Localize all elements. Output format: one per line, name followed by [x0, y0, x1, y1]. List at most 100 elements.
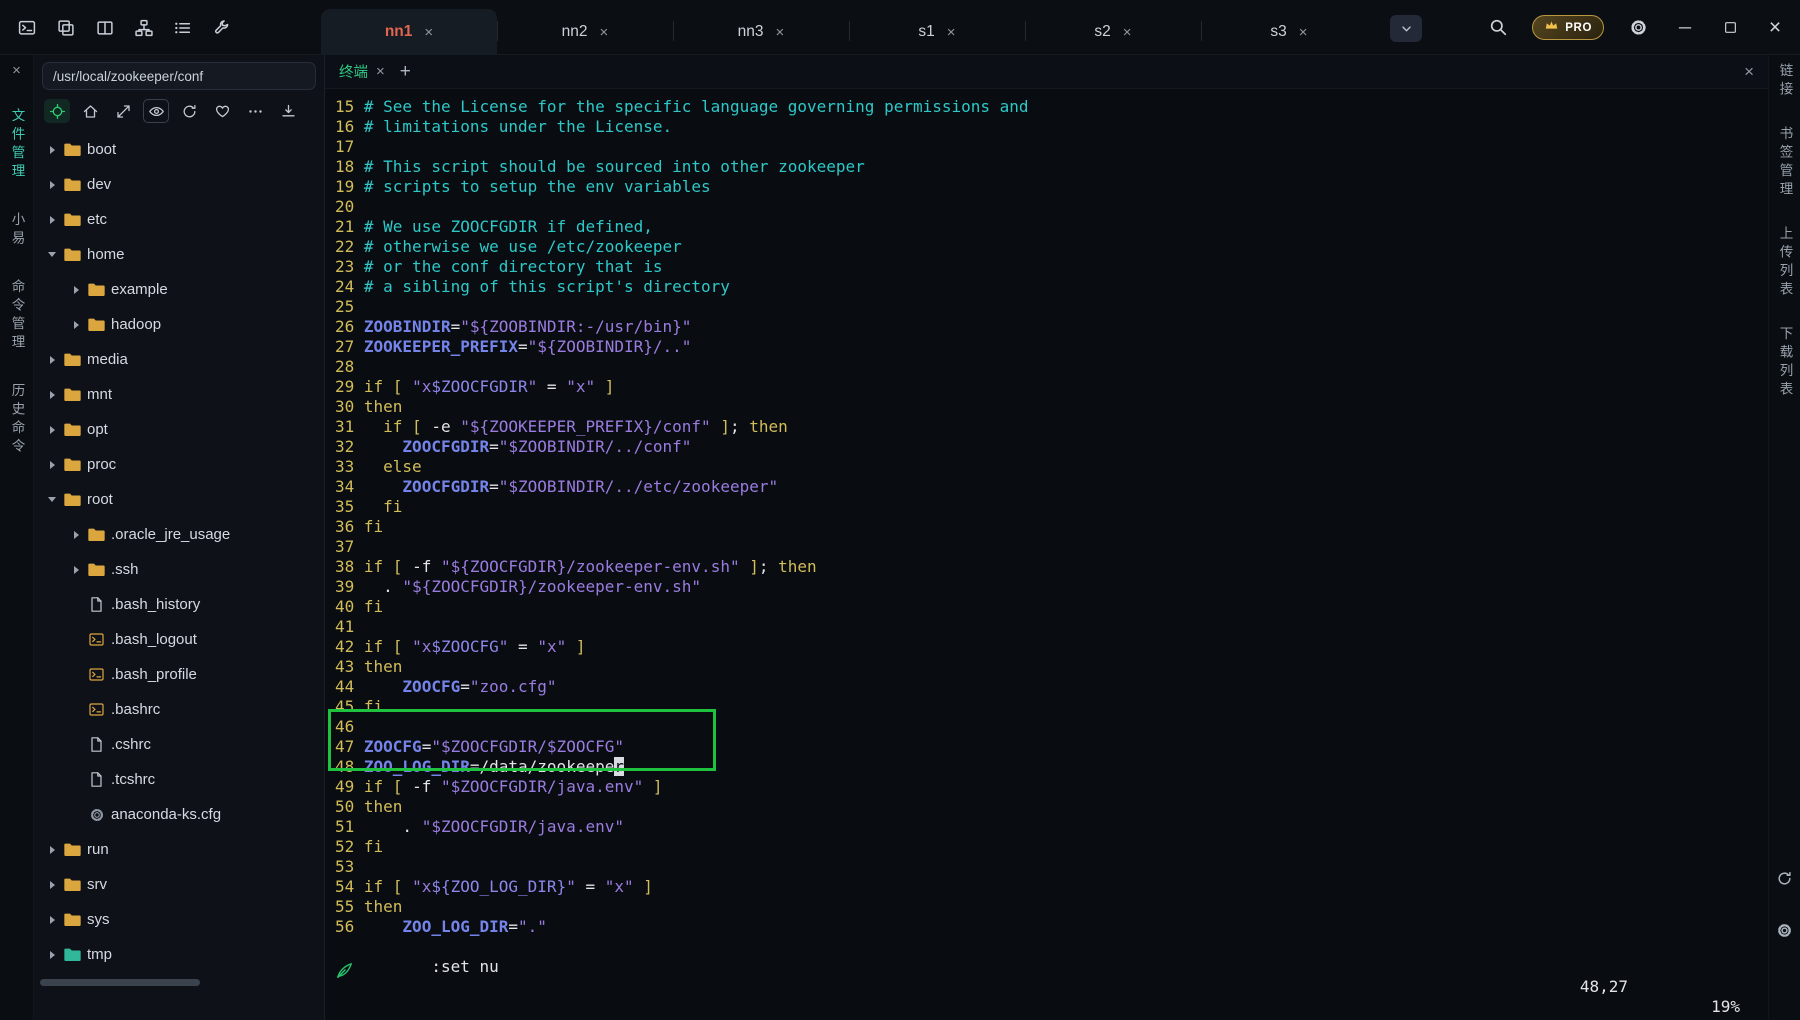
tree-item-hadoop[interactable]: hadoop	[34, 307, 324, 342]
chevron-right-icon[interactable]	[44, 881, 60, 889]
home-icon[interactable]	[77, 99, 103, 123]
list-icon[interactable]	[168, 13, 198, 43]
path-input[interactable]	[42, 62, 316, 90]
tree-item-.bash_logout[interactable]: .bash_logout	[34, 622, 324, 657]
chevron-down-icon[interactable]	[44, 497, 60, 502]
right-rail-tab-书签管理[interactable]: 书签管理	[1775, 126, 1795, 200]
tree-item-.bash_profile[interactable]: .bash_profile	[34, 657, 324, 692]
eye-icon[interactable]	[143, 99, 169, 123]
close-icon[interactable]: ×	[424, 24, 433, 41]
terminal-tab[interactable]: 终端 ×	[339, 61, 385, 82]
tree-item-sys[interactable]: sys	[34, 902, 324, 937]
search-icon[interactable]	[1483, 13, 1513, 43]
close-icon[interactable]: ×	[1299, 24, 1308, 41]
close-button[interactable]: ×	[1762, 15, 1788, 41]
wrench-icon[interactable]	[207, 13, 237, 43]
tree-item-srv[interactable]: srv	[34, 867, 324, 902]
horizontal-scrollbar[interactable]	[40, 979, 200, 986]
settings-gear-icon[interactable]	[1623, 13, 1653, 43]
terminal-screen[interactable]: 15# See the License for the specific lan…	[325, 89, 1768, 1020]
chevron-right-icon[interactable]	[44, 391, 60, 399]
gear-icon[interactable]	[1776, 922, 1793, 944]
sitemap-icon[interactable]	[129, 13, 159, 43]
tree-item-root[interactable]: root	[34, 482, 324, 517]
tree-item-dev[interactable]: dev	[34, 167, 324, 202]
chevron-right-icon[interactable]	[44, 951, 60, 959]
folder-icon	[60, 211, 85, 228]
chevron-right-icon[interactable]	[44, 216, 60, 224]
chevron-right-icon[interactable]	[44, 426, 60, 434]
session-tab-s1[interactable]: s1×	[849, 9, 1025, 55]
tree-item-media[interactable]: media	[34, 342, 324, 377]
close-icon[interactable]: ×	[600, 24, 609, 41]
tree-item-etc[interactable]: etc	[34, 202, 324, 237]
tree-item-tmp[interactable]: tmp	[34, 937, 324, 972]
right-rail-tab-链接[interactable]: 链接	[1775, 63, 1795, 100]
tree-item-label: .ssh	[111, 561, 139, 578]
folder-icon	[60, 176, 85, 193]
folder-icon	[60, 246, 85, 263]
tree-item-run[interactable]: run	[34, 832, 324, 867]
terminal-tab-close-icon[interactable]: ×	[376, 63, 385, 80]
left-rail-tab-命令管理[interactable]: 命令管理	[7, 279, 27, 353]
tree-item-.tcshrc[interactable]: .tcshrc	[34, 762, 324, 797]
session-tab-nn3[interactable]: nn3×	[673, 9, 849, 55]
copy-icon[interactable]	[51, 13, 81, 43]
terminal-line: 25	[335, 297, 1768, 317]
left-rail-tab-小易[interactable]: 小易	[7, 212, 27, 249]
session-tab-nn2[interactable]: nn2×	[497, 9, 673, 55]
terminal-icon[interactable]	[12, 13, 42, 43]
tree-item-example[interactable]: example	[34, 272, 324, 307]
new-terminal-button[interactable]: +	[400, 61, 411, 83]
session-tab-nn1[interactable]: nn1×	[321, 9, 497, 55]
right-rail-tab-上传列表[interactable]: 上传列表	[1775, 226, 1795, 300]
collapse-file-panel-button[interactable]: ×	[12, 63, 21, 78]
tree-item-.bash_history[interactable]: .bash_history	[34, 587, 324, 622]
tree-item-proc[interactable]: proc	[34, 447, 324, 482]
refresh-icon[interactable]	[1776, 870, 1793, 892]
split-layout-icon[interactable]	[90, 13, 120, 43]
tree-item-.oracle_jre_usage[interactable]: .oracle_jre_usage	[34, 517, 324, 552]
chevron-right-icon[interactable]	[44, 846, 60, 854]
tree-item-anaconda-ks.cfg[interactable]: anaconda-ks.cfg	[34, 797, 324, 832]
tree-item-home[interactable]: home	[34, 237, 324, 272]
tab-list-dropdown-button[interactable]	[1390, 15, 1422, 42]
chevron-right-icon[interactable]	[68, 566, 84, 574]
favorite-icon[interactable]	[209, 99, 235, 123]
close-icon[interactable]: ×	[1123, 24, 1132, 41]
terminal-line: 36fi	[335, 517, 1768, 537]
more-icon[interactable]	[242, 99, 268, 123]
close-icon[interactable]: ×	[947, 24, 956, 41]
session-tab-s2[interactable]: s2×	[1025, 9, 1201, 55]
right-rail-icons	[1776, 870, 1793, 944]
tree-item-mnt[interactable]: mnt	[34, 377, 324, 412]
chevron-right-icon[interactable]	[44, 181, 60, 189]
resize-icon[interactable]	[110, 99, 136, 123]
chevron-right-icon[interactable]	[68, 286, 84, 294]
close-icon[interactable]: ×	[776, 24, 785, 41]
pen-icon[interactable]	[335, 961, 354, 985]
tree-item-.cshrc[interactable]: .cshrc	[34, 727, 324, 762]
pro-badge[interactable]: PRO	[1532, 15, 1604, 40]
right-rail-tab-下载列表[interactable]: 下载列表	[1775, 326, 1795, 400]
locate-icon[interactable]	[44, 99, 70, 123]
chevron-right-icon[interactable]	[44, 916, 60, 924]
tree-item-.ssh[interactable]: .ssh	[34, 552, 324, 587]
chevron-right-icon[interactable]	[44, 146, 60, 154]
refresh-icon[interactable]	[176, 99, 202, 123]
chevron-down-icon[interactable]	[44, 252, 60, 257]
chevron-right-icon[interactable]	[68, 531, 84, 539]
left-rail-tab-文件管理[interactable]: 文件管理	[7, 108, 27, 182]
session-tab-s3[interactable]: s3×	[1201, 9, 1377, 55]
tree-item-boot[interactable]: boot	[34, 132, 324, 167]
minimize-button[interactable]: ─	[1672, 15, 1698, 41]
maximize-button[interactable]	[1717, 15, 1743, 41]
chevron-right-icon[interactable]	[68, 321, 84, 329]
chevron-right-icon[interactable]	[44, 461, 60, 469]
tree-item-.bashrc[interactable]: .bashrc	[34, 692, 324, 727]
left-rail-tab-历史命令[interactable]: 历史命令	[7, 383, 27, 457]
tree-item-opt[interactable]: opt	[34, 412, 324, 447]
terminal-panel-close-icon[interactable]: ×	[1744, 62, 1754, 82]
download-icon[interactable]	[275, 99, 301, 123]
chevron-right-icon[interactable]	[44, 356, 60, 364]
